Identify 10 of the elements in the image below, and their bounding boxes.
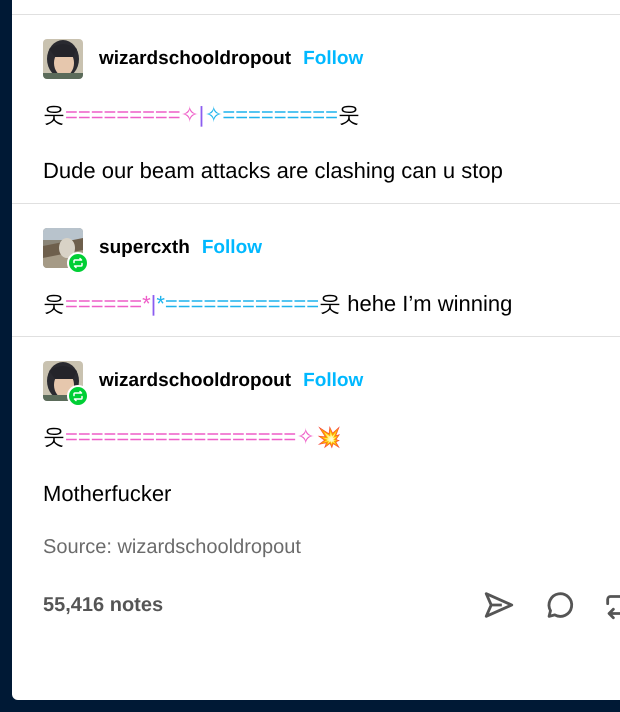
username[interactable]: wizardschooldropout <box>99 44 292 74</box>
username[interactable]: wizardschooldropout <box>99 366 292 396</box>
post-text: Dude our beam attacks are clashing can u stop <box>43 157 504 185</box>
post-text: Motherfucker <box>43 480 172 508</box>
beam-line: 웃==================✧💥 <box>43 423 342 451</box>
source-link[interactable]: Source: wizardschooldropout <box>43 536 301 558</box>
beam-line: 웃======*|*============웃 hehe I’m winning <box>43 290 514 318</box>
notes-count[interactable]: 55,416 notes <box>43 590 164 620</box>
beam-line: 웃=========✧|✧=========웃 <box>43 101 361 129</box>
username[interactable]: supercxth <box>99 234 190 262</box>
